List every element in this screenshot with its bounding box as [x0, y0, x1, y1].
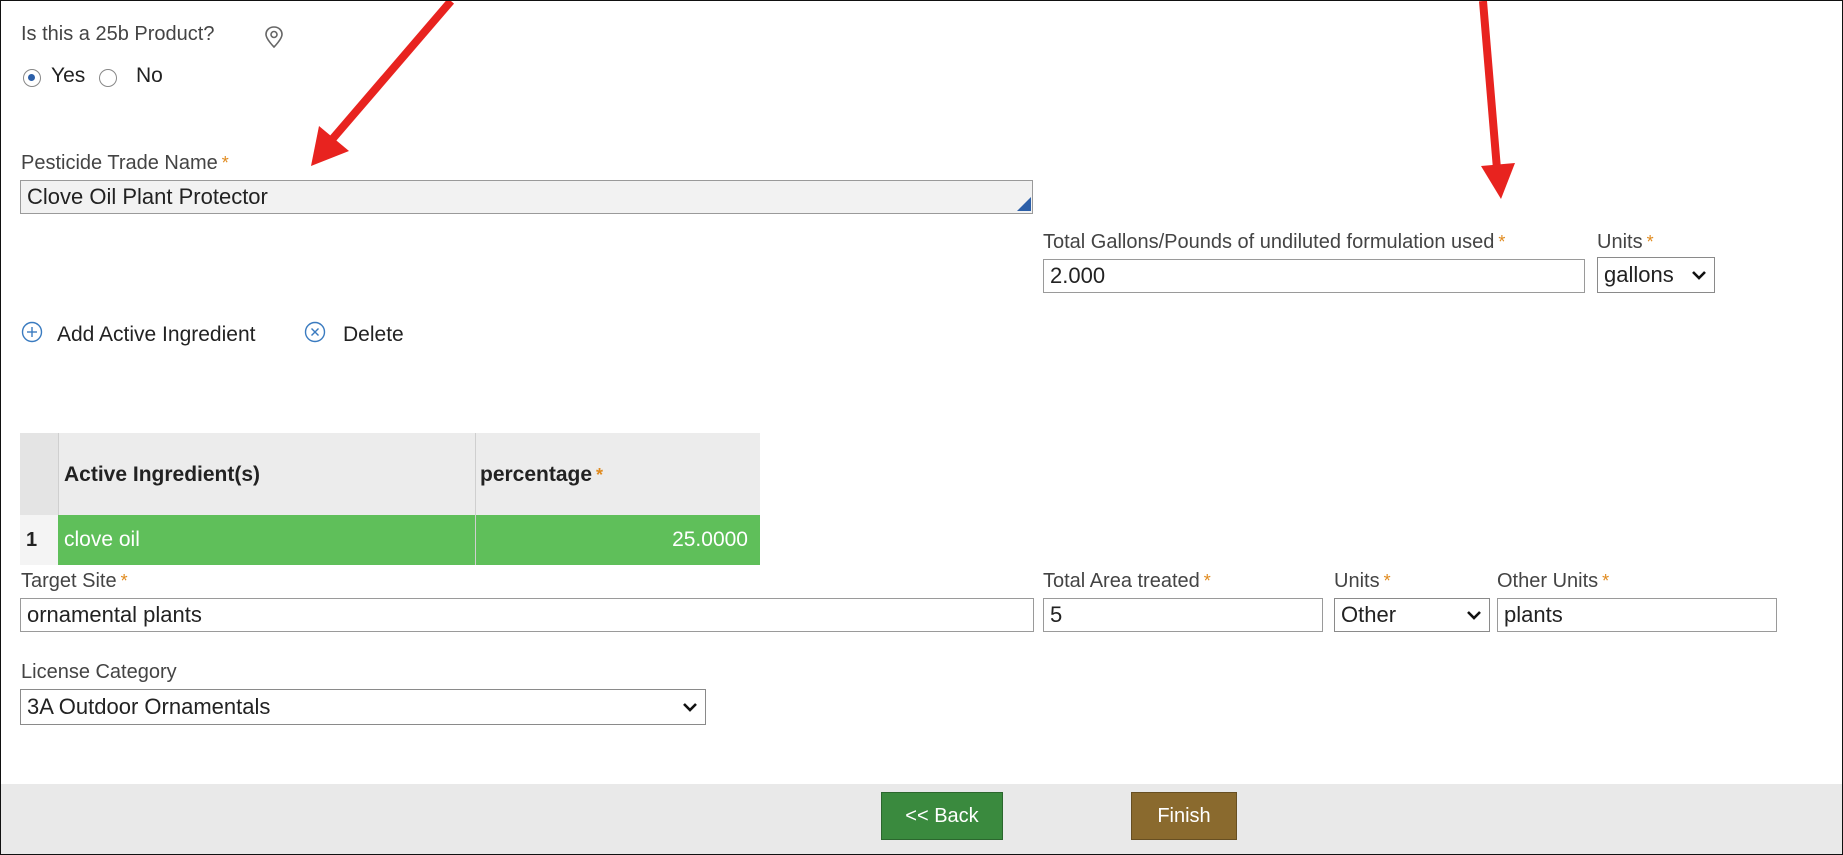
chevron-down-icon — [1692, 271, 1706, 280]
chevron-down-icon — [683, 703, 697, 712]
area-units-value: Other — [1341, 602, 1397, 627]
required-mark: * — [1383, 571, 1391, 591]
required-mark: * — [1646, 232, 1654, 252]
gallons-units-label-text: Units — [1597, 231, 1643, 253]
total-gallons-input[interactable] — [1043, 259, 1585, 293]
percentage-header-text: percentage — [480, 463, 593, 486]
percentage-cell[interactable]: 25.0000 — [476, 515, 760, 565]
area-units-label-text: Units — [1334, 570, 1380, 592]
required-mark: * — [596, 465, 604, 485]
license-category-select[interactable]: 3A Outdoor Ornamentals — [20, 689, 706, 725]
area-units-label: Units * — [1334, 570, 1391, 593]
total-gallons-label: Total Gallons/Pounds of undiluted formul… — [1043, 231, 1505, 254]
column-header-ingredient[interactable]: Active Ingredient(s) — [64, 463, 260, 487]
area-treated-input[interactable] — [1043, 598, 1323, 632]
form-panel: Is this a 25b Product? Yes No Pesticide … — [0, 0, 1843, 855]
radio-no-label: No — [136, 64, 163, 87]
delete-circle-icon[interactable] — [304, 321, 326, 343]
trade-name-input[interactable] — [20, 180, 1033, 214]
trade-name-label-text: Pesticide Trade Name — [21, 152, 218, 174]
gallons-units-label: Units * — [1597, 231, 1654, 254]
area-units-select[interactable]: Other — [1334, 598, 1490, 632]
other-units-input[interactable] — [1497, 598, 1777, 632]
gallons-units-value: gallons — [1604, 262, 1674, 287]
delete-link[interactable]: Delete — [343, 323, 404, 347]
row-index-cell: 1 — [20, 515, 58, 565]
required-mark: * — [1498, 232, 1506, 252]
license-category-label: License Category — [21, 661, 177, 684]
required-mark: * — [1203, 571, 1211, 591]
back-button[interactable]: << Back — [881, 792, 1003, 840]
gallons-units-select[interactable]: gallons — [1597, 257, 1715, 293]
license-category-label-text: License Category — [21, 661, 177, 683]
trade-name-label: Pesticide Trade Name * — [21, 152, 229, 175]
table-row[interactable]: 1 clove oil 25.0000 — [20, 515, 760, 565]
area-treated-label: Total Area treated * — [1043, 570, 1211, 593]
total-gallons-label-text: Total Gallons/Pounds of undiluted formul… — [1043, 231, 1495, 253]
other-units-label-text: Other Units — [1497, 570, 1599, 592]
radio-no[interactable] — [99, 69, 117, 87]
radio-yes[interactable] — [23, 69, 41, 87]
ingredient-cell[interactable]: clove oil — [58, 515, 475, 565]
product-question-label: Is this a 25b Product? — [21, 23, 214, 46]
target-site-label-text: Target Site — [21, 570, 117, 592]
annotation-arrow-right — [1479, 1, 1515, 199]
table-header-index-cell — [20, 433, 59, 515]
required-mark: * — [1602, 571, 1610, 591]
product-question-text: Is this a 25b Product? — [21, 23, 215, 45]
column-header-percentage[interactable]: percentage * — [480, 463, 603, 487]
required-mark: * — [120, 571, 128, 591]
add-circle-icon[interactable] — [21, 321, 43, 343]
target-site-label: Target Site * — [21, 570, 128, 593]
area-treated-label-text: Total Area treated — [1043, 570, 1200, 592]
target-site-input[interactable] — [20, 598, 1034, 632]
finish-button[interactable]: Finish — [1131, 792, 1237, 840]
radio-yes-label: Yes — [51, 64, 86, 87]
add-active-ingredient-link[interactable]: Add Active Ingredient — [57, 323, 255, 347]
chevron-down-icon — [1467, 611, 1481, 620]
footer-bar: << Back Finish — [1, 784, 1842, 854]
ingredients-table: Active Ingredient(s) percentage * 1 clove… — [20, 433, 760, 565]
annotation-arrow-left — [311, 1, 455, 166]
other-units-label: Other Units * — [1497, 570, 1609, 593]
license-category-value: 3A Outdoor Ornamentals — [27, 694, 271, 719]
location-pin-icon[interactable] — [263, 25, 285, 49]
resize-corner-icon[interactable] — [1017, 197, 1031, 211]
required-mark: * — [221, 153, 229, 173]
